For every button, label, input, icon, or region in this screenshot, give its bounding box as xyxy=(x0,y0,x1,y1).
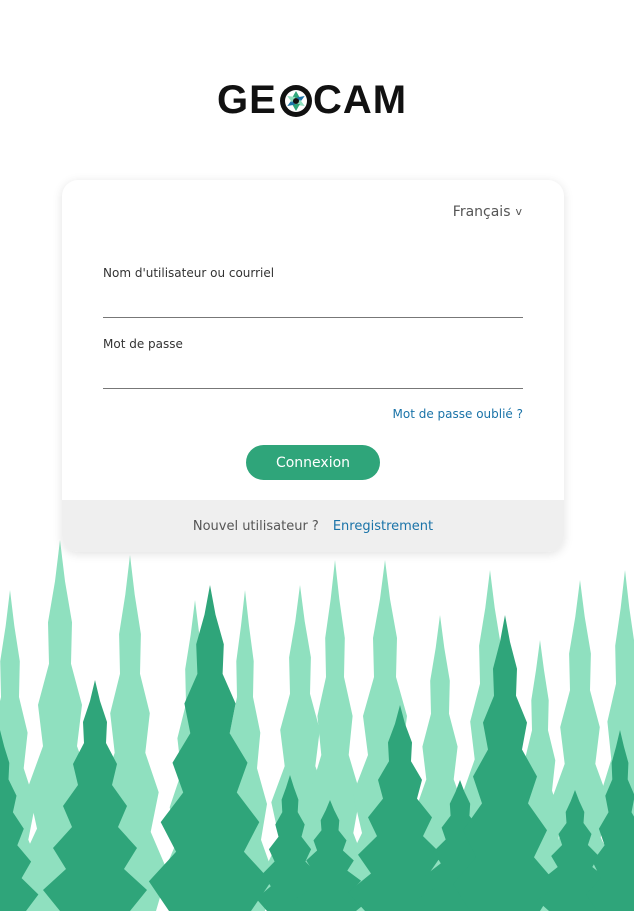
language-selector[interactable]: Français v xyxy=(453,204,522,220)
password-label: Mot de passe xyxy=(103,337,183,351)
password-input[interactable] xyxy=(103,363,523,389)
login-card: Français v Nom d'utilisateur ou courriel… xyxy=(62,180,564,552)
username-label: Nom d'utilisateur ou courriel xyxy=(103,266,275,280)
geocam-logo: GE CAM xyxy=(0,80,634,120)
logo-text-right: CAM xyxy=(313,78,408,122)
chevron-down-icon: v xyxy=(515,204,522,218)
camera-aperture-icon xyxy=(280,85,312,117)
logo-text-left: GE xyxy=(217,78,277,122)
forest-background xyxy=(0,540,634,911)
register-link[interactable]: Enregistrement xyxy=(333,519,433,534)
card-footer: Nouvel utilisateur ? Enregistrement xyxy=(62,500,564,552)
forgot-password-link[interactable]: Mot de passe oublié ? xyxy=(393,407,524,421)
new-user-text: Nouvel utilisateur ? xyxy=(192,518,319,534)
username-input[interactable] xyxy=(103,292,523,318)
language-label: Français xyxy=(452,204,511,220)
login-button[interactable]: Connexion xyxy=(246,445,380,480)
